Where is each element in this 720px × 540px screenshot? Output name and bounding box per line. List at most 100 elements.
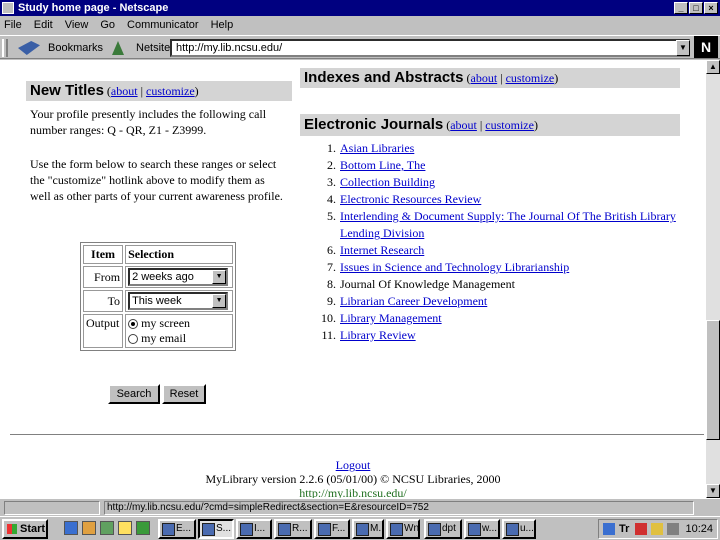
chevron-down-icon[interactable]: ▼ — [212, 294, 227, 308]
menu-go[interactable]: Go — [100, 17, 115, 34]
maximize-button[interactable]: □ — [689, 2, 703, 14]
journal-number: 7. — [327, 260, 336, 274]
tray-network-icon[interactable] — [603, 523, 615, 535]
quicklaunch-explorer-icon[interactable] — [82, 521, 96, 535]
journal-item: 3. Collection Building — [300, 174, 680, 191]
radio-my-screen[interactable] — [128, 319, 139, 330]
journal-number: 9. — [327, 294, 336, 308]
journal-title-link[interactable]: Bottom Line, The — [340, 157, 425, 174]
to-select[interactable]: This week ▼ — [128, 292, 229, 310]
tray-monitor-icon[interactable] — [667, 523, 679, 535]
journal-title-link[interactable]: Electronic Resources Review — [340, 191, 481, 208]
journal-title-link[interactable]: Collection Building — [340, 174, 435, 191]
journals-header: Electronic Journals (about | customize) — [300, 114, 680, 136]
page-footer: Logout MyLibrary version 2.2.6 (05/01/00… — [0, 458, 706, 498]
reset-button[interactable]: Reset — [162, 384, 206, 404]
journal-number: 3. — [327, 175, 336, 189]
location-input[interactable]: http://my.lib.ncsu.edu/ — [170, 39, 690, 57]
journal-title-link[interactable]: Asian Libraries — [340, 140, 414, 157]
bookmarks-button[interactable]: Bookmarks — [48, 42, 103, 54]
from-select[interactable]: 2 weeks ago ▼ — [128, 268, 229, 286]
journals-about-link[interactable]: about — [450, 118, 477, 132]
journal-title-link[interactable]: Interlending & Document Supply: The Jour… — [340, 208, 680, 242]
journals-customize-link[interactable]: customize — [485, 118, 534, 132]
tray-volume-icon[interactable] — [651, 523, 663, 535]
tray-label[interactable]: Tr — [619, 520, 629, 538]
tray-app-icon[interactable] — [635, 523, 647, 535]
logout-link[interactable]: Logout — [336, 458, 371, 472]
task-button[interactable]: S... — [198, 519, 234, 539]
task-button[interactable]: w... — [464, 519, 500, 539]
netsite-icon — [112, 41, 124, 55]
journal-number: 11. — [321, 328, 336, 342]
clock: 10:24 — [685, 523, 713, 535]
search-button[interactable]: Search — [108, 384, 160, 404]
separator: | — [500, 71, 503, 85]
task-button[interactable]: I... — [236, 519, 272, 539]
netscape-logo: N — [694, 36, 718, 58]
new-titles-customize-link[interactable]: customize — [146, 84, 195, 98]
bookmarks-icon[interactable] — [18, 41, 40, 55]
journal-list: 1. Asian Libraries 2. Bottom Line, The 3. Col… — [300, 140, 680, 344]
quicklaunch-desktop-icon[interactable] — [118, 521, 132, 535]
from-label: From — [83, 266, 124, 288]
my-email-label: my email — [141, 331, 187, 345]
close-button[interactable]: × — [704, 2, 718, 14]
indexes-customize-link[interactable]: customize — [506, 71, 555, 85]
scroll-up-icon[interactable]: ▲ — [706, 60, 720, 74]
journal-title-link[interactable]: Library Review — [340, 327, 416, 344]
journal-title-link[interactable]: Internet Research — [340, 242, 424, 259]
status-text: http://my.lib.ncsu.edu/?cmd=simpleRedire… — [104, 501, 694, 515]
task-button[interactable]: u... — [502, 519, 536, 539]
journal-item: 6. Internet Research — [300, 242, 680, 259]
menu-help[interactable]: Help — [211, 17, 234, 34]
journal-title-link[interactable]: Library Management — [340, 310, 442, 327]
menu-view[interactable]: View — [65, 17, 89, 34]
journal-number: 1. — [327, 141, 336, 155]
task-button[interactable]: F... — [314, 519, 350, 539]
new-titles-form: Item Selection From 2 weeks ago ▼ To This… — [80, 242, 236, 351]
quicklaunch-netscape-icon[interactable] — [136, 521, 150, 535]
task-button[interactable]: M... — [352, 519, 384, 539]
menu-file[interactable]: File — [4, 17, 22, 34]
location-toolbar: Bookmarks Netsite: http://my.lib.ncsu.ed… — [0, 35, 720, 59]
chevron-down-icon[interactable]: ▼ — [212, 270, 227, 284]
profile-intro-text: Your profile presently includes the foll… — [30, 107, 267, 137]
new-titles-about-link[interactable]: about — [111, 84, 138, 98]
journal-number: 2. — [327, 158, 336, 172]
page-content: New Titles (about | customize) Your prof… — [0, 60, 706, 498]
col-selection-header: Selection — [125, 245, 233, 264]
task-button[interactable]: dpt — [424, 519, 462, 539]
scroll-down-icon[interactable]: ▼ — [706, 484, 720, 498]
journal-item: 7. Issues in Science and Technology Libra… — [300, 259, 680, 276]
search-instructions-text: Use the form below to search these range… — [30, 157, 283, 203]
task-button[interactable]: R... — [274, 519, 312, 539]
window-title: Study home page - Netscape — [18, 2, 169, 14]
toolbar-grip[interactable] — [2, 39, 8, 57]
journal-number: 4. — [327, 192, 336, 206]
location-dropdown-icon[interactable]: ▼ — [676, 40, 690, 56]
task-button[interactable]: E... — [158, 519, 196, 539]
menu-bar: File Edit View Go Communicator Help — [0, 17, 720, 34]
separator: | — [140, 84, 143, 98]
divider — [10, 434, 704, 436]
quicklaunch-outlook-icon[interactable] — [100, 521, 114, 535]
journal-item: 5. Interlending & Document Supply: The Jo… — [300, 208, 680, 242]
journal-title-link[interactable]: Librarian Career Development — [340, 293, 487, 310]
quicklaunch-ie-icon[interactable] — [64, 521, 78, 535]
indexes-about-link[interactable]: about — [471, 71, 498, 85]
journal-title-link[interactable]: Issues in Science and Technology Librari… — [340, 259, 569, 276]
vertical-scrollbar[interactable]: ▲ ▼ — [706, 60, 720, 498]
journal-item: 2. Bottom Line, The — [300, 157, 680, 174]
start-button[interactable]: Start — [2, 519, 48, 539]
journal-item: 10. Library Management — [300, 310, 680, 327]
menu-edit[interactable]: Edit — [34, 17, 53, 34]
scroll-thumb[interactable] — [706, 320, 720, 440]
menu-communicator[interactable]: Communicator — [127, 17, 199, 34]
new-titles-heading: New Titles — [30, 82, 104, 99]
minimize-button[interactable]: _ — [674, 2, 688, 14]
netscape-app-icon — [2, 2, 14, 14]
task-button[interactable]: Wn... — [386, 519, 420, 539]
title-bar: Study home page - Netscape _ □ × — [0, 0, 720, 16]
radio-my-email[interactable] — [128, 334, 139, 345]
